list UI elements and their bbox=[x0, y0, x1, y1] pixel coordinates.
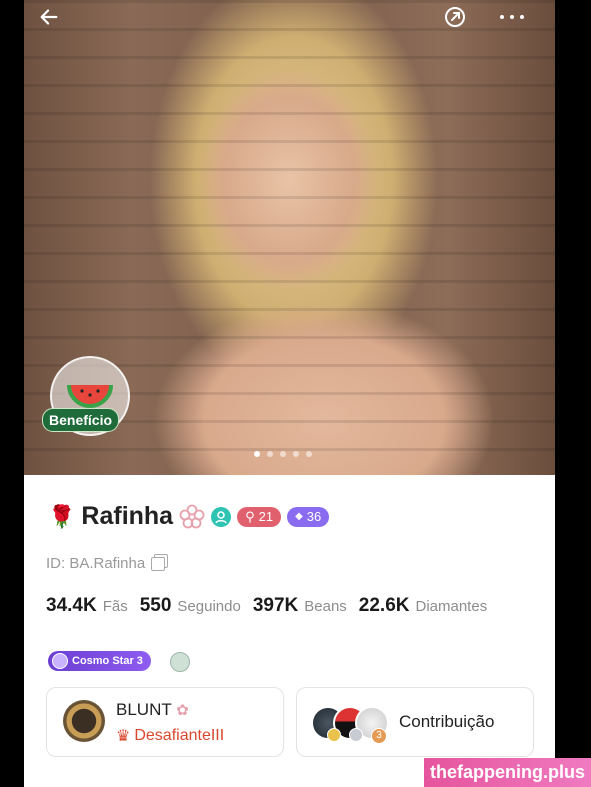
cosmo-icon bbox=[52, 653, 68, 669]
flower-outline-icon: ✿ bbox=[176, 702, 189, 719]
more-icon[interactable] bbox=[497, 2, 527, 32]
diamonds-count[interactable]: 22.6K bbox=[359, 595, 410, 617]
cosmo-star-tag[interactable]: Cosmo Star 3 bbox=[48, 651, 151, 671]
diamond-icon: ◆ bbox=[295, 511, 303, 522]
gold-medal-icon bbox=[327, 728, 341, 742]
family-rank: ♛ DesafianteIII bbox=[116, 726, 224, 746]
carousel-dot[interactable] bbox=[293, 451, 299, 457]
level-badge[interactable]: ⚲ 21 bbox=[237, 506, 282, 527]
level-value: 21 bbox=[258, 509, 274, 524]
family-rank-text: DesafianteIII bbox=[134, 727, 225, 744]
fans-label[interactable]: Fãs bbox=[103, 598, 128, 615]
family-name-text: BLUNT bbox=[116, 700, 172, 719]
silver-medal-icon bbox=[349, 728, 363, 742]
profile-photo[interactable]: Benefício bbox=[24, 0, 555, 475]
benefit-text: Benefício bbox=[49, 412, 113, 428]
carousel-dot[interactable] bbox=[267, 451, 273, 457]
id-row: ID: BA.Rafinha bbox=[46, 555, 166, 572]
carousel-dot[interactable] bbox=[280, 451, 286, 457]
name-row: 🌹 Rafinha ⚲ 21 ◆ 36 bbox=[48, 502, 330, 531]
bronze-rank: 3 bbox=[376, 730, 382, 741]
carousel-dot[interactable] bbox=[306, 451, 312, 457]
rose-icon: 🌹 bbox=[48, 503, 76, 529]
friend-badge[interactable] bbox=[211, 506, 232, 527]
family-name: BLUNT ✿ bbox=[116, 700, 189, 720]
bronze-medal-icon: 3 bbox=[371, 728, 387, 744]
carousel-dot[interactable] bbox=[254, 451, 260, 457]
back-arrow-icon[interactable] bbox=[34, 2, 64, 32]
user-id: ID: BA.Rafinha bbox=[46, 555, 146, 572]
family-medal-icon bbox=[63, 700, 105, 742]
profile-name: Rafinha bbox=[81, 502, 174, 530]
watermark: thefappening.plus bbox=[424, 758, 591, 787]
diamonds-label[interactable]: Diamantes bbox=[416, 598, 488, 615]
stats-row: 34.4K Fãs 550 Seguindo 397K Beans 22.6K … bbox=[46, 595, 493, 617]
contributor-avatars: 3 bbox=[311, 704, 391, 744]
gem-badge[interactable]: ◆ 36 bbox=[287, 506, 330, 527]
share-icon[interactable] bbox=[440, 2, 470, 32]
following-label[interactable]: Seguindo bbox=[177, 598, 240, 615]
cosmo-label: Cosmo Star 3 bbox=[72, 655, 143, 667]
beans-label[interactable]: Beans bbox=[304, 598, 347, 615]
benefit-label[interactable]: Benefício bbox=[42, 408, 120, 432]
following-count[interactable]: 550 bbox=[140, 595, 172, 617]
family-card[interactable]: BLUNT ✿ ♛ DesafianteIII bbox=[46, 687, 284, 757]
flame-crest-icon: ♛ bbox=[116, 728, 131, 745]
profile-screen: Benefício 🌹 Rafinha ⚲ 21 ◆ 36 ID: BA.Raf… bbox=[24, 0, 555, 787]
beans-count[interactable]: 397K bbox=[253, 595, 298, 617]
gem-value: 36 bbox=[306, 509, 322, 524]
fans-count[interactable]: 34.4K bbox=[46, 595, 97, 617]
person-icon bbox=[215, 510, 227, 523]
watermelon-icon bbox=[67, 384, 113, 408]
contribution-label: Contribuição bbox=[399, 712, 495, 731]
flower-badge-icon[interactable] bbox=[179, 504, 205, 530]
achievement-badge-icon[interactable] bbox=[170, 652, 190, 672]
search-level-icon: ⚲ bbox=[245, 508, 255, 524]
copy-icon[interactable] bbox=[151, 556, 166, 571]
carousel-dots bbox=[254, 451, 312, 457]
contribution-card[interactable]: 3 Contribuição bbox=[296, 687, 534, 757]
